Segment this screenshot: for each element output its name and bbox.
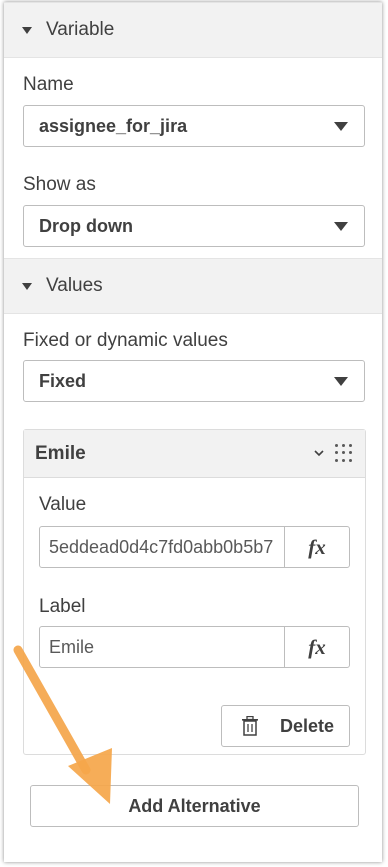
value-fx-button[interactable]: fx [284, 527, 349, 567]
alternative-card: Emile Value fx Label fx [23, 429, 366, 755]
fx-icon: fx [308, 534, 326, 559]
collapse-triangle-icon [22, 282, 32, 290]
values-section-header[interactable]: Values [4, 258, 382, 314]
value-label: Value [39, 494, 87, 515]
fixed-dynamic-label: Fixed or dynamic values [23, 330, 228, 351]
variable-section-header[interactable]: Variable [4, 2, 382, 58]
caret-down-icon [334, 121, 348, 131]
delete-button-label: Delete [280, 715, 335, 736]
trash-icon [242, 716, 258, 736]
value-input-group: fx [39, 526, 350, 568]
fx-icon: fx [308, 634, 326, 659]
chevron-down-icon[interactable] [313, 447, 325, 459]
name-dropdown[interactable]: assignee_for_jira [23, 105, 365, 147]
fixed-dynamic-dropdown[interactable]: Fixed [23, 360, 365, 402]
alternative-title: Emile [35, 442, 86, 464]
label-input-group: fx [39, 626, 350, 668]
name-label: Name [23, 74, 74, 95]
collapse-triangle-icon [22, 26, 32, 34]
drag-handle-icon[interactable] [335, 444, 353, 462]
value-input[interactable] [40, 527, 284, 567]
add-alternative-button[interactable]: Add Alternative [30, 785, 359, 827]
delete-button[interactable]: Delete [221, 705, 350, 747]
variable-section-title: Variable [46, 19, 115, 40]
name-dropdown-value: assignee_for_jira [39, 115, 188, 136]
fixed-dynamic-dropdown-value: Fixed [39, 370, 87, 391]
show-as-dropdown-value: Drop down [39, 215, 133, 236]
add-alternative-label: Add Alternative [128, 795, 261, 816]
caret-down-icon [334, 221, 348, 231]
label-label: Label [39, 596, 86, 617]
label-input[interactable] [40, 627, 284, 667]
show-as-label: Show as [23, 174, 96, 195]
show-as-dropdown[interactable]: Drop down [23, 205, 365, 247]
properties-panel: Variable Name assignee_for_jira Show as … [4, 2, 382, 862]
label-fx-button[interactable]: fx [284, 627, 349, 667]
values-section-title: Values [46, 275, 103, 296]
caret-down-icon [334, 376, 348, 386]
